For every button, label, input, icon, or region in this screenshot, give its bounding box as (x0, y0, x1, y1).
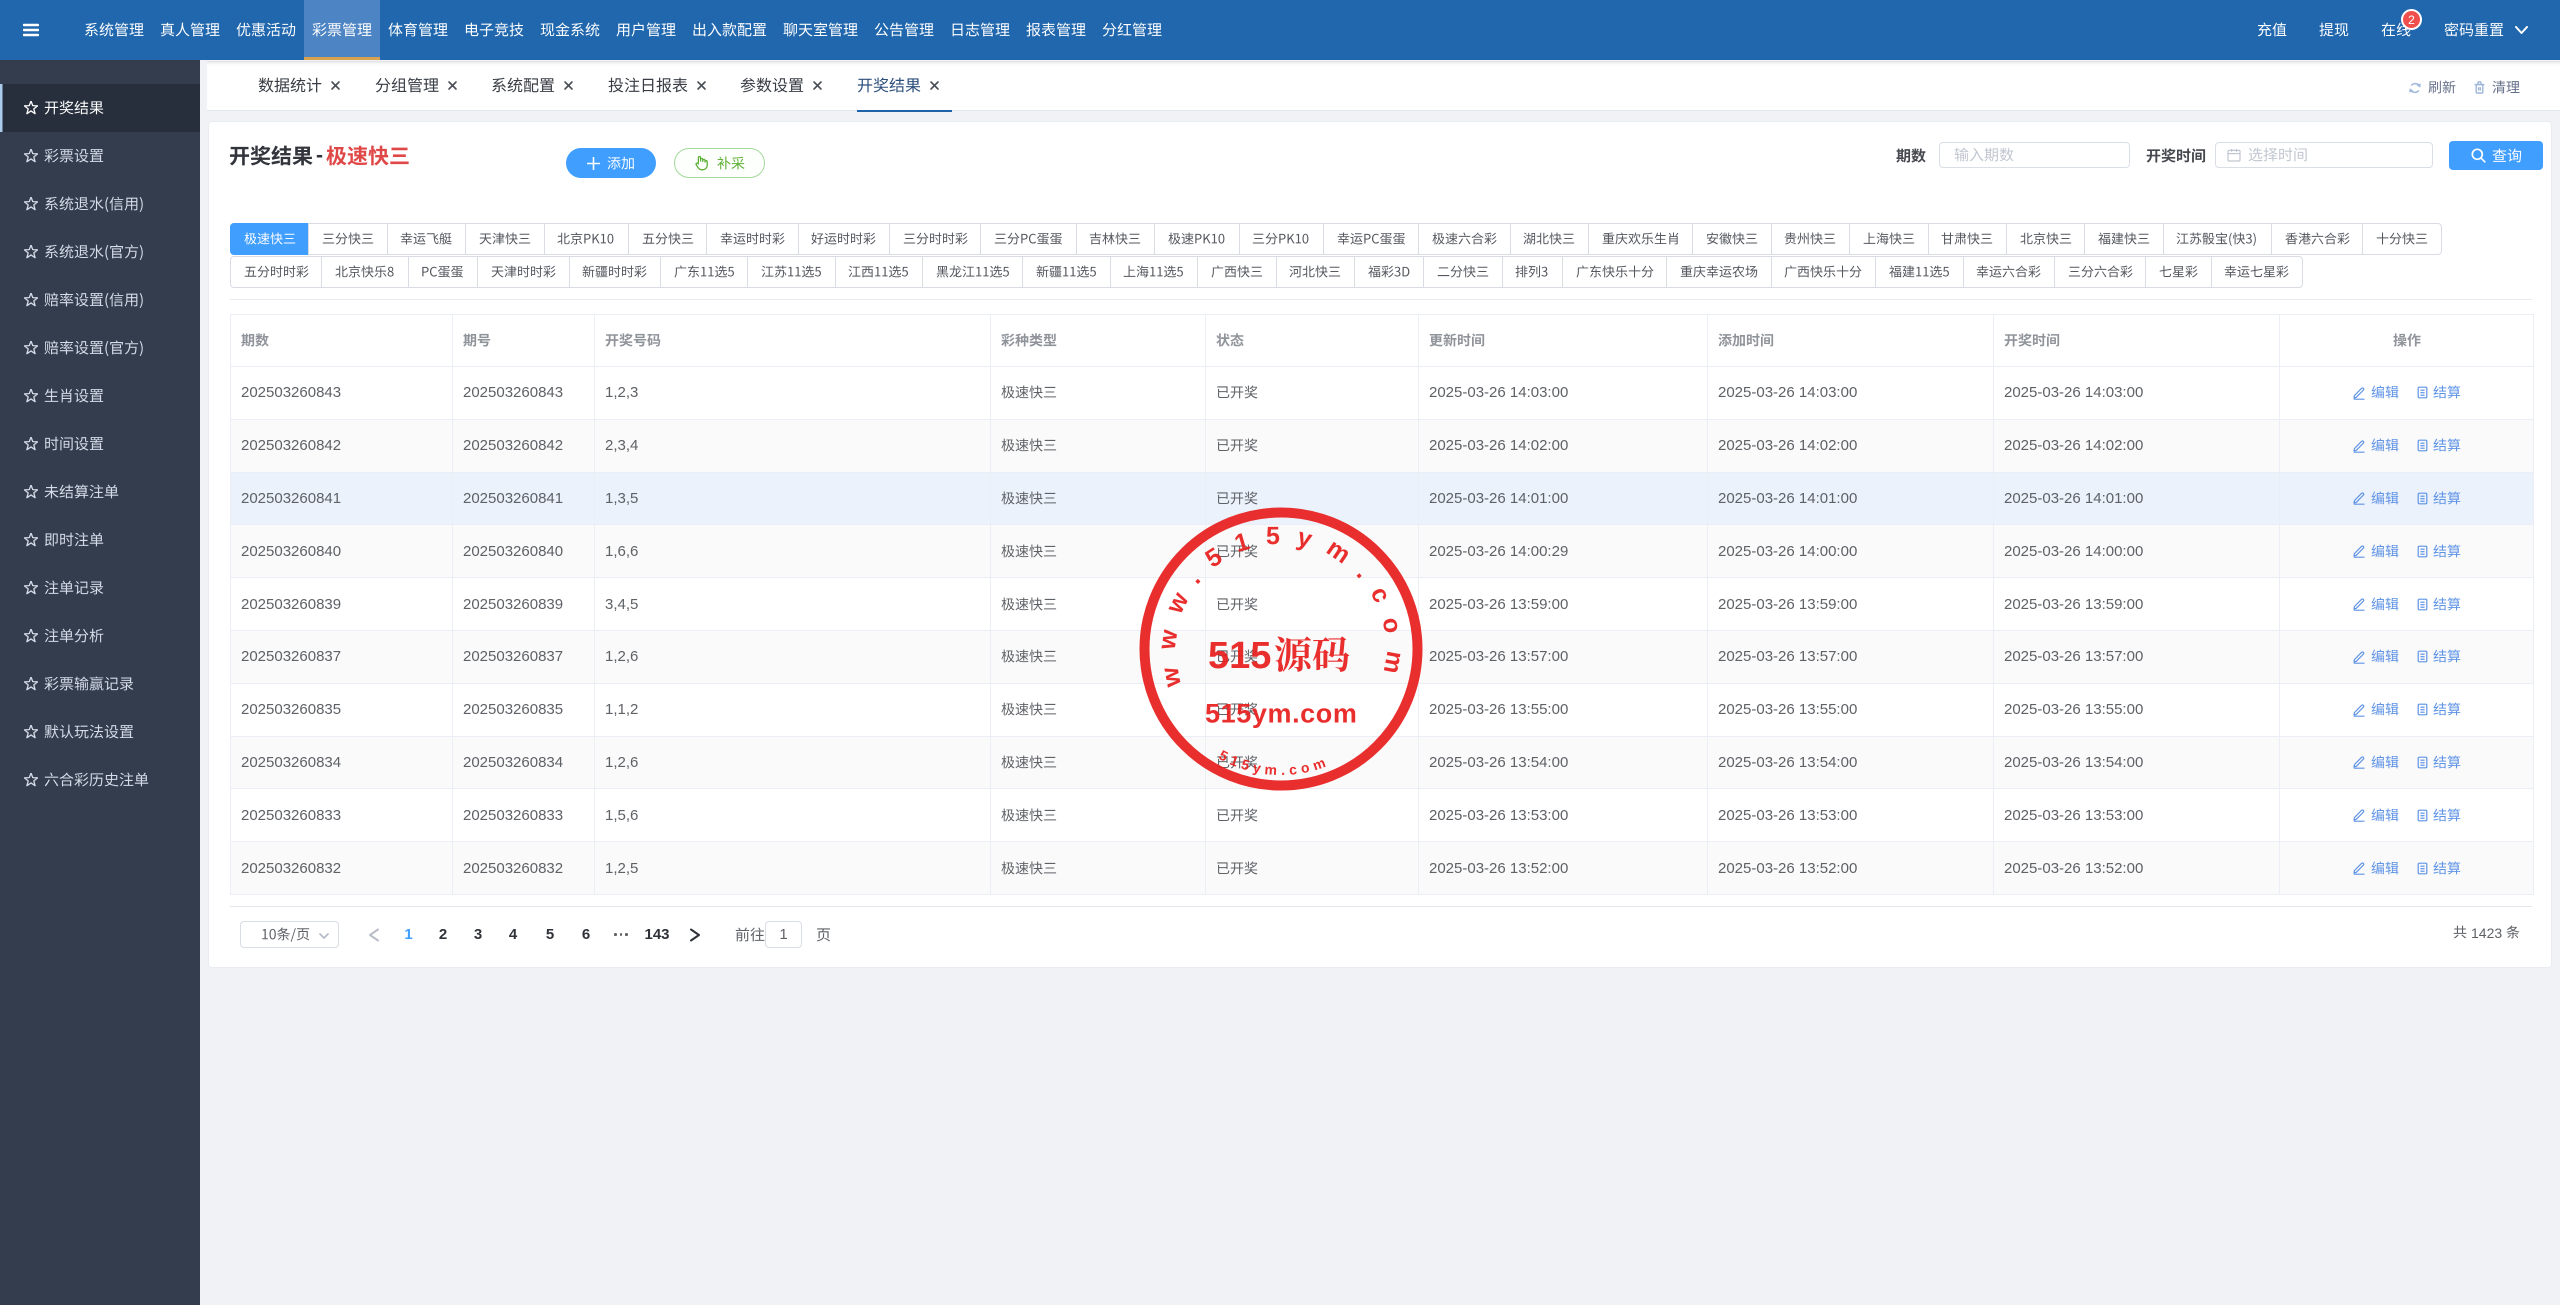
svg-text:515ym.com: 515ym.com (1205, 699, 1358, 729)
svg-text:515: 515 (1208, 635, 1271, 677)
